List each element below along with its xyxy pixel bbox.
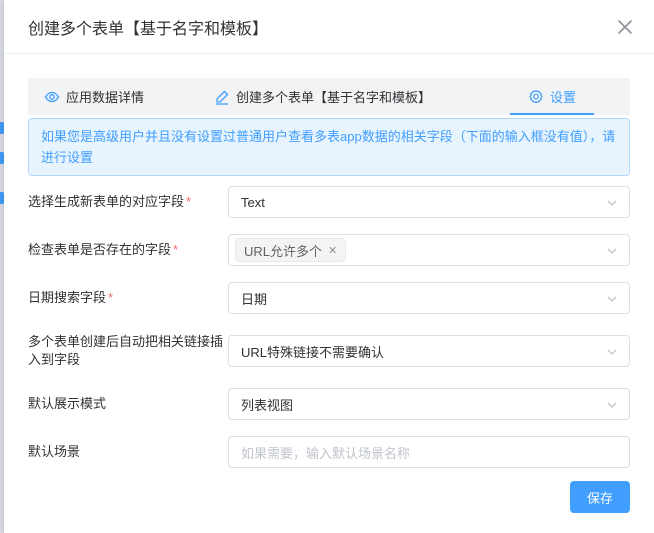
selected-tag: URL允许多个 ✕ bbox=[235, 238, 347, 262]
tab-settings[interactable]: 设置 bbox=[510, 78, 594, 115]
tab-create-multiple-forms[interactable]: 创建多个表单【基于名字和模板】 bbox=[214, 78, 431, 115]
form-label: 多个表单创建后自动把相关链接插入到字段 bbox=[28, 334, 224, 367]
form-row-date-search-field: 日期搜索字段 * 日期 bbox=[28, 282, 630, 314]
tab-label: 应用数据详情 bbox=[66, 90, 145, 105]
form-row-new-form-field: 选择生成新表单的对应字段 * Text bbox=[28, 186, 630, 218]
tab-label: 创建多个表单【基于名字和模板】 bbox=[236, 90, 432, 105]
new-form-field-select[interactable]: Text bbox=[228, 186, 630, 218]
alert-text: 如果您是高级用户并且没有设置过普通用户查看多表app数据的相关字段（下面的输入框… bbox=[41, 129, 616, 165]
check-exists-field-select[interactable]: URL允许多个 ✕ bbox=[228, 234, 630, 266]
chevron-down-icon bbox=[607, 349, 617, 355]
form-row-link-insert-field: 多个表单创建后自动把相关链接插入到字段 URL特殊链接不需要确认 bbox=[28, 332, 630, 370]
dialog-header: 创建多个表单【基于名字和模板】 bbox=[4, 0, 654, 54]
form-row-default-display-mode: 默认展示模式 列表视图 bbox=[28, 388, 630, 420]
chevron-down-icon bbox=[607, 200, 617, 206]
form-label: 检查表单是否存在的字段 * bbox=[28, 242, 179, 257]
select-value: 日期 bbox=[241, 291, 268, 307]
form-row-check-exists-field: 检查表单是否存在的字段 * URL允许多个 ✕ bbox=[28, 234, 630, 266]
input-placeholder: 如果需要，输入默认场景名称 bbox=[241, 445, 411, 461]
select-value: URL特殊链接不需要确认 bbox=[241, 344, 385, 360]
tag-close-icon[interactable]: ✕ bbox=[328, 244, 337, 257]
link-insert-field-select[interactable]: URL特殊链接不需要确认 bbox=[228, 335, 630, 367]
tab-app-data-details[interactable]: 应用数据详情 bbox=[44, 78, 144, 115]
eye-icon bbox=[44, 91, 60, 102]
form-row-default-scene: 默认场景 如果需要，输入默认场景名称 bbox=[28, 436, 630, 468]
form-label: 默认展示模式 bbox=[28, 396, 107, 411]
tab-bar: 应用数据详情 创建多个表单【基于名字和模板】 设置 bbox=[28, 78, 630, 115]
chevron-down-icon bbox=[607, 402, 617, 408]
tab-label: 设置 bbox=[549, 90, 576, 105]
default-scene-input[interactable]: 如果需要，输入默认场景名称 bbox=[228, 436, 630, 468]
chevron-down-icon bbox=[607, 296, 617, 302]
form-label: 选择生成新表单的对应字段 * bbox=[28, 194, 192, 209]
default-display-mode-select[interactable]: 列表视图 bbox=[228, 388, 630, 420]
close-icon[interactable] bbox=[614, 16, 636, 38]
create-forms-dialog: 创建多个表单【基于名字和模板】 应用数据详情 创建多个表单【基于名字和模板】 设… bbox=[4, 0, 654, 533]
form-label: 默认场景 bbox=[28, 444, 81, 459]
select-value: Text bbox=[241, 194, 265, 210]
select-value: 列表视图 bbox=[241, 397, 294, 413]
date-search-field-select[interactable]: 日期 bbox=[228, 282, 630, 314]
gear-icon bbox=[529, 89, 543, 103]
form-label: 日期搜索字段 * bbox=[28, 290, 114, 305]
save-button[interactable]: 保存 bbox=[570, 481, 630, 513]
edit-icon bbox=[216, 90, 229, 105]
info-alert: 如果您是高级用户并且没有设置过普通用户查看多表app数据的相关字段（下面的输入框… bbox=[28, 118, 630, 176]
dialog-title: 创建多个表单【基于名字和模板】 bbox=[28, 20, 269, 38]
chevron-down-icon bbox=[607, 248, 617, 254]
